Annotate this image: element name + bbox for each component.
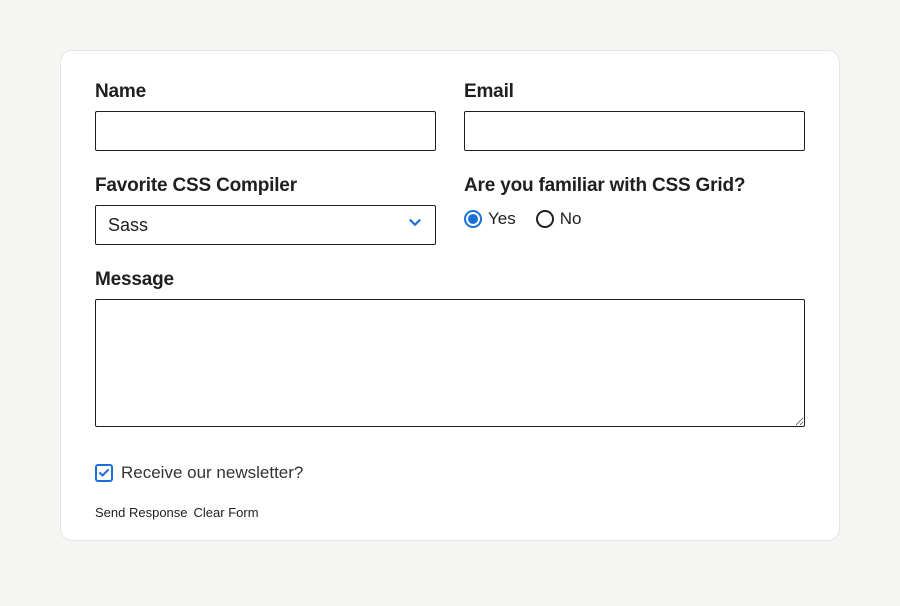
compiler-select-wrap: Sass <box>95 205 436 245</box>
form-card: Name Email Favorite CSS Compiler Sass Ar… <box>60 50 840 541</box>
grid-familiar-label: Are you familiar with CSS Grid? <box>464 175 805 197</box>
radio-no-indicator <box>536 210 554 228</box>
newsletter-field: Receive our newsletter? <box>95 451 805 483</box>
send-response-button[interactable]: Send Response <box>95 505 188 520</box>
message-label: Message <box>95 269 805 291</box>
newsletter-label: Receive our newsletter? <box>121 463 303 483</box>
name-field: Name <box>95 81 436 151</box>
name-input[interactable] <box>95 111 436 151</box>
grid-familiar-radios: Yes No <box>464 209 805 229</box>
radio-no-label: No <box>560 209 582 229</box>
check-icon <box>98 467 110 479</box>
compiler-field: Favorite CSS Compiler Sass <box>95 175 436 245</box>
email-input[interactable] <box>464 111 805 151</box>
email-label: Email <box>464 81 805 103</box>
message-input[interactable] <box>95 299 805 427</box>
radio-yes-label: Yes <box>488 209 516 229</box>
checkbox-box <box>95 464 113 482</box>
grid-familiar-field: Are you familiar with CSS Grid? Yes No <box>464 175 805 245</box>
radio-yes-indicator <box>464 210 482 228</box>
message-field: Message <box>95 269 805 427</box>
name-label: Name <box>95 81 436 103</box>
compiler-label: Favorite CSS Compiler <box>95 175 436 197</box>
form-grid: Name Email Favorite CSS Compiler Sass Ar… <box>95 81 805 483</box>
button-row: Send Response Clear Form <box>95 505 805 520</box>
compiler-select[interactable]: Sass <box>95 205 436 245</box>
clear-form-button[interactable]: Clear Form <box>194 505 259 520</box>
radio-yes[interactable]: Yes <box>464 209 516 229</box>
email-field: Email <box>464 81 805 151</box>
newsletter-checkbox[interactable]: Receive our newsletter? <box>95 463 805 483</box>
radio-no[interactable]: No <box>536 209 582 229</box>
